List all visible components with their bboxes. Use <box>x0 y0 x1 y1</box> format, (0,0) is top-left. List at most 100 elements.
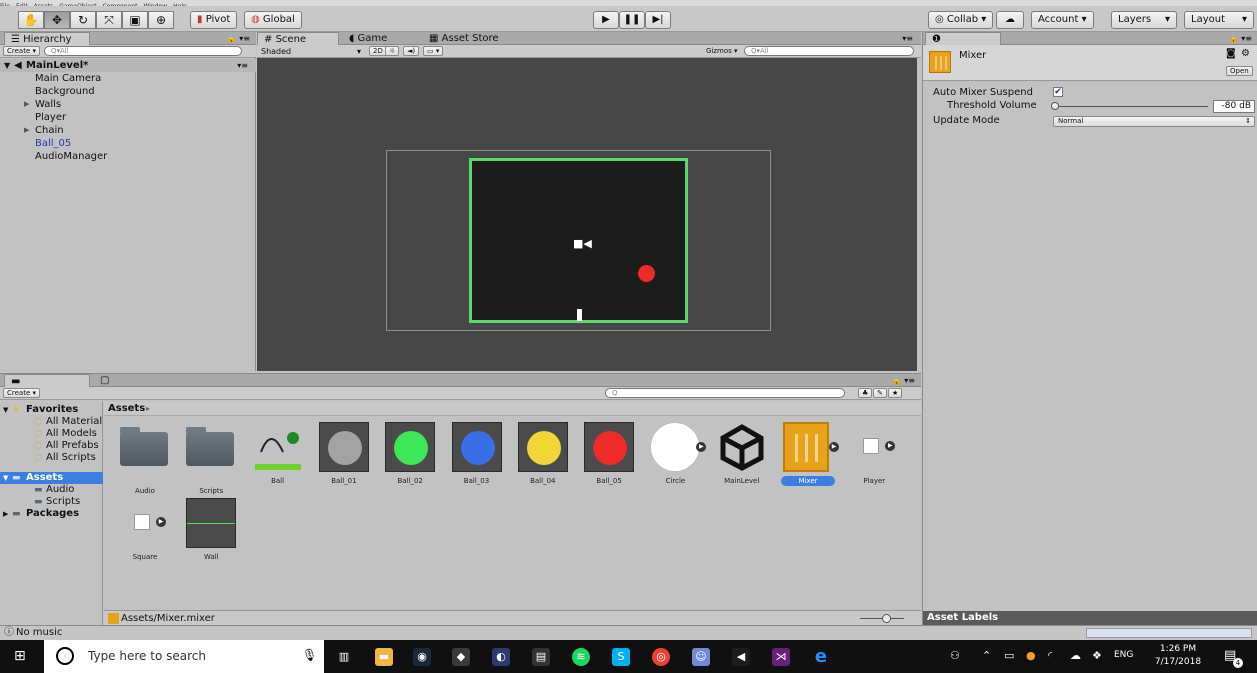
project-tree-item[interactable]: ◌ All Prefabs <box>0 440 103 452</box>
wifi-icon[interactable]: ◜ <box>1048 649 1052 662</box>
ball-object[interactable] <box>638 265 655 282</box>
spotify-icon[interactable]: ≋ <box>572 648 590 666</box>
tab-console[interactable]: ▢ <box>94 374 174 387</box>
project-tree-item[interactable]: ▬ Audio <box>0 484 103 496</box>
slider-thumb[interactable] <box>882 614 891 623</box>
dropbox-icon[interactable]: ❖ <box>1092 649 1102 662</box>
threshold-value-field[interactable]: -80 dB <box>1213 100 1255 113</box>
open-button[interactable]: Open <box>1226 66 1253 76</box>
asset-item[interactable]: MainLevel <box>709 422 775 486</box>
eclipse-icon[interactable]: ◐ <box>492 648 510 666</box>
clock[interactable]: 1:26 PM 7/17/2018 <box>1148 643 1208 669</box>
asset-labels-bar[interactable]: Asset Labels <box>923 611 1257 625</box>
asset-item[interactable]: Scripts <box>178 422 244 496</box>
panel-menu-icon[interactable]: ▾≡ <box>902 32 913 45</box>
tab-services[interactable] <box>1003 32 1073 45</box>
edge-icon[interactable]: e <box>812 648 830 666</box>
expand-arrow-icon[interactable]: ▶ <box>24 124 29 137</box>
game-area-frame[interactable]: ■◀ <box>469 158 688 323</box>
step-button[interactable]: ▶| <box>645 11 671 29</box>
project-search-input[interactable]: Q <box>605 388 845 398</box>
favorite-button[interactable]: ★ <box>888 388 903 398</box>
shading-mode-dropdown[interactable]: Shaded ▾ <box>261 45 361 58</box>
battery-icon[interactable]: ▭ <box>1004 649 1014 662</box>
slider-thumb[interactable] <box>1051 102 1059 110</box>
asset-item[interactable]: Ball_02 <box>377 422 443 486</box>
asset-item[interactable]: Wall <box>178 498 244 562</box>
asset-item[interactable]: Audio <box>112 422 178 496</box>
asset-item[interactable]: ▶ Circle <box>642 422 708 486</box>
project-tree-item[interactable]: ◌ All Scripts <box>0 452 103 464</box>
windows-start-icon[interactable]: ⊞ <box>14 649 26 663</box>
pivot-toggle[interactable]: ▮ Pivot <box>190 11 238 29</box>
asset-item[interactable]: Ball_03 <box>444 422 510 486</box>
project-tree-item[interactable]: ▬ Scripts <box>0 496 103 508</box>
audio-toggle[interactable]: ◄) <box>403 46 420 56</box>
filter-type-button[interactable]: ♣ <box>858 388 873 398</box>
lighting-toggle[interactable]: ☼ <box>385 46 400 56</box>
unity-icon[interactable]: ◀ <box>732 648 750 666</box>
project-create-button[interactable]: Create ▾ <box>3 388 41 398</box>
layers-dropdown[interactable]: Layers ▾ <box>1111 11 1177 29</box>
visual-studio-icon[interactable]: ⋊ <box>772 648 790 666</box>
tab-project[interactable]: ▬ <box>4 374 90 387</box>
expand-arrow-icon[interactable]: ▼ <box>4 59 10 72</box>
project-tree-item[interactable]: ▼ ▬ Assets <box>0 472 103 484</box>
discord-icon[interactable]: ☺ <box>692 648 710 666</box>
global-toggle[interactable]: ◍ Global <box>244 11 302 29</box>
skype-icon[interactable]: S <box>612 648 630 666</box>
panel-menu-icon[interactable]: 🔒 ▾≡ <box>227 32 250 45</box>
asset-item[interactable]: ▶ Player <box>841 422 907 486</box>
taskbar-search-box[interactable]: Type here to search 🎙 <box>44 640 324 673</box>
update-mode-dropdown[interactable]: Normal ⇕ <box>1053 116 1255 127</box>
project-tree-item[interactable]: ▼ ★ Favorites <box>0 404 103 416</box>
breadcrumb-assets[interactable]: Assets <box>108 402 145 416</box>
intellij-icon[interactable]: ▤ <box>532 648 550 666</box>
sourcetree-icon[interactable]: ◆ <box>452 648 470 666</box>
people-icon[interactable]: ⚇ <box>950 649 960 662</box>
tab-hierarchy[interactable]: ☰ Hierarchy <box>4 32 90 45</box>
project-tree-item[interactable]: ◌ All Models <box>0 428 103 440</box>
hierarchy-search-input[interactable]: Q▾All <box>44 46 242 56</box>
cloud-tray-icon[interactable]: ☁ <box>1070 649 1081 662</box>
move-tool-button[interactable]: ✥ <box>44 11 70 29</box>
asset-item[interactable]: Ball_01 <box>311 422 377 486</box>
scene-root-row[interactable]: ▼ ◀ MainLevel* ▾≡ <box>0 59 256 72</box>
transform-tool-button[interactable]: ⊕ <box>148 11 174 29</box>
file-explorer-icon[interactable]: ▬ <box>375 648 393 666</box>
expand-arrow-icon[interactable]: ▼ <box>3 404 8 416</box>
player-paddle[interactable] <box>577 309 582 321</box>
gear-icon[interactable]: ⚙ <box>1241 48 1250 59</box>
panel-menu-icon[interactable]: 🔒 ▾≡ <box>892 374 915 387</box>
asset-item[interactable]: Ball_04 <box>510 422 576 486</box>
project-tree-item[interactable]: ▶ ▬ Packages <box>0 508 103 520</box>
task-view-icon[interactable]: ▥ <box>335 648 353 666</box>
asset-item[interactable]: Ball <box>245 422 311 486</box>
filter-label-button[interactable]: ✎ <box>873 388 887 398</box>
auto-suspend-checkbox[interactable]: ✔ <box>1053 87 1063 97</box>
tab-game[interactable]: ◖ Game <box>343 32 423 45</box>
scene-viewport[interactable]: ■◀ <box>257 58 917 371</box>
asset-item[interactable]: ▶ Mixer <box>775 422 841 486</box>
chevron-up-icon[interactable]: ⌃ <box>982 649 991 662</box>
tab-asset-store[interactable]: ▦ Asset Store <box>423 32 513 45</box>
asset-item[interactable]: ▶ Square <box>112 498 178 562</box>
scene-search-input[interactable]: Q▾All <box>744 46 914 56</box>
hand-tool-button[interactable]: ✋ <box>18 11 44 29</box>
language-indicator[interactable]: ENG <box>1114 650 1133 660</box>
layout-dropdown[interactable]: Layout ▾ <box>1184 11 1254 29</box>
thumbnail-size-slider[interactable] <box>860 614 904 623</box>
camera-gizmo-icon[interactable]: ■◀ <box>573 237 592 250</box>
steam-icon[interactable]: ◉ <box>413 648 431 666</box>
collab-dropdown[interactable]: ◎ Collab ▾ <box>928 11 994 29</box>
rotate-tool-button[interactable]: ↻ <box>70 11 96 29</box>
status-message[interactable]: No music <box>16 626 62 640</box>
chrome-icon[interactable]: ◎ <box>652 648 670 666</box>
pause-button[interactable]: ❚❚ <box>619 11 645 29</box>
expand-arrow-icon[interactable]: ▶ <box>24 98 29 111</box>
effects-toggle[interactable]: ▭ ▾ <box>423 46 444 56</box>
cloud-button[interactable]: ☁ <box>996 11 1024 29</box>
scale-tool-button[interactable]: ⤧ <box>96 11 122 29</box>
gizmos-dropdown[interactable]: Gizmos ▾ <box>706 45 738 58</box>
hierarchy-create-button[interactable]: Create ▾ <box>3 46 41 56</box>
